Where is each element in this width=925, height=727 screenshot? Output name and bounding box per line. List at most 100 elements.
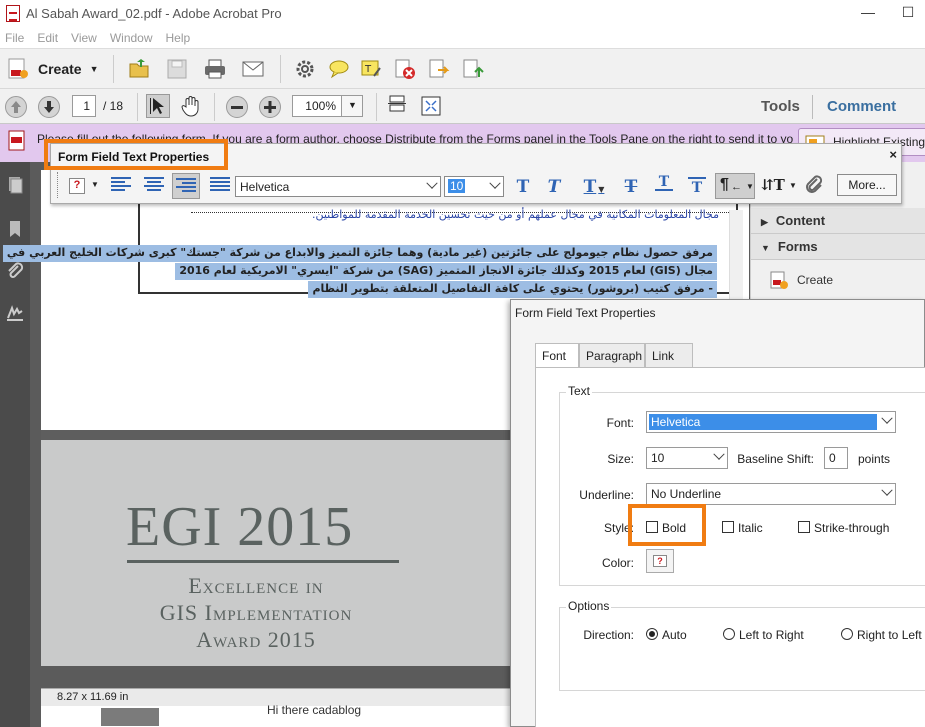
color-label: Color: (601, 556, 634, 570)
send-for-review-icon[interactable] (428, 58, 450, 80)
annotation-highlight-title (44, 139, 228, 170)
align-right-icon (176, 178, 196, 196)
annotation-highlight-bold (628, 504, 706, 546)
strikethrough-checkbox[interactable] (798, 521, 810, 533)
align-justify-icon[interactable] (210, 177, 230, 195)
minus-icon (231, 106, 243, 109)
comment-tab[interactable]: Comment (827, 98, 896, 115)
tab-link[interactable]: Link (645, 343, 693, 367)
content-panel-header[interactable]: ▶ Content (751, 208, 925, 234)
superscript-icon[interactable]: T (655, 174, 673, 192)
font-size-value: 10 (448, 179, 466, 193)
toolbar-divider (214, 93, 215, 121)
egi-title: EGI 2015 (126, 496, 354, 558)
options-group: Options (559, 599, 925, 691)
highlighted-text-line[interactable]: مجال (GIS) لعام 2015 وكذلك جائزة الانجاز… (175, 263, 717, 280)
highlighted-text-line[interactable]: مرفق حصول نظام جيومولج على جائزتين (غير … (2, 245, 717, 262)
save-icon[interactable] (166, 58, 188, 80)
email-icon[interactable] (242, 58, 264, 80)
signatures-icon[interactable] (6, 304, 24, 322)
font-select[interactable]: Helvetica (646, 411, 896, 433)
previous-page-button[interactable] (5, 96, 27, 118)
text-color-button[interactable]: ? ▼ (67, 176, 101, 196)
tab-font[interactable]: Font (535, 343, 579, 368)
form-document-icon (8, 130, 25, 151)
print-icon[interactable] (204, 58, 226, 80)
next-page-button[interactable] (38, 96, 60, 118)
paperclip-icon[interactable] (804, 175, 826, 197)
chevron-right-icon: ▶ (761, 217, 768, 227)
pdf-page-2[interactable]: EGI 2015 Excellence in GIS Implementatio… (41, 430, 511, 666)
italic-checkbox[interactable] (722, 521, 734, 533)
highlight-text-icon[interactable]: T (360, 58, 382, 80)
select-tool-button[interactable] (146, 94, 170, 118)
align-left-icon[interactable] (111, 177, 131, 195)
forms-create-button[interactable]: Create (769, 270, 833, 290)
highlighted-text-line[interactable]: - مرفق كتيب (بروشور) يحتوي على كافة التف… (308, 281, 717, 298)
forms-panel-header[interactable]: ▼ Forms (751, 234, 925, 260)
tools-tab[interactable]: Tools (761, 98, 800, 115)
fit-page-icon[interactable] (420, 95, 442, 119)
menu-view[interactable]: View (71, 31, 97, 45)
zoom-in-button[interactable] (259, 96, 281, 118)
scrolling-mode-icon[interactable] (386, 95, 408, 119)
italic-icon[interactable]: T (544, 177, 564, 197)
font-family-select[interactable]: Helvetica (235, 176, 441, 197)
minimize-button[interactable]: — (858, 4, 878, 22)
color-picker-button[interactable]: ? (646, 549, 674, 573)
hand-tool-icon[interactable] (180, 95, 202, 117)
direction-rtl-radio[interactable] (841, 628, 853, 640)
svg-text:T: T (364, 64, 372, 75)
close-icon[interactable]: × (889, 147, 897, 162)
paragraph-direction-button[interactable]: ¶ ← ▼ (715, 173, 755, 199)
page-number-input[interactable]: 1 (72, 95, 96, 117)
menu-help[interactable]: Help (166, 31, 191, 45)
direction-auto-radio[interactable] (646, 628, 658, 640)
toolbar-divider (137, 93, 138, 121)
align-right-button[interactable] (172, 173, 200, 199)
underline-icon[interactable]: T ▼ (577, 177, 611, 197)
font-label: Font: (606, 416, 634, 430)
sign-remove-icon[interactable] (394, 58, 416, 80)
chevron-down-icon (881, 484, 893, 496)
align-center-icon[interactable] (144, 177, 164, 195)
export-file-icon[interactable] (462, 58, 484, 80)
create-label: Create (38, 61, 82, 77)
zoom-dropdown-button[interactable]: ▼ (341, 95, 363, 117)
text-group-label: Text (566, 384, 593, 398)
arrow-left-icon: ← (731, 181, 742, 193)
gear-icon[interactable] (294, 58, 316, 80)
font-size-select[interactable]: 10 (444, 176, 504, 197)
baseline-shift-input[interactable]: 0 (824, 447, 848, 469)
font-value: Helvetica (649, 414, 877, 430)
page-thumbnails-icon[interactable] (6, 176, 24, 194)
create-button[interactable]: Create ▼ (6, 57, 99, 81)
bold-icon[interactable]: T (513, 177, 533, 197)
comment-icon[interactable] (328, 58, 350, 80)
attachments-icon[interactable] (6, 262, 24, 280)
menu-edit[interactable]: Edit (37, 31, 58, 45)
more-properties-button[interactable]: More... (837, 174, 897, 196)
menu-file[interactable]: File (5, 31, 24, 45)
create-form-icon (770, 271, 788, 289)
size-select[interactable]: 10 (646, 447, 728, 469)
color-swatch-icon: ? (653, 555, 667, 567)
egi-subtitle-line: GIS Implementation (159, 600, 353, 625)
underline-value: No Underline (651, 487, 722, 501)
open-folder-icon[interactable] (128, 58, 150, 80)
direction-ltr-radio[interactable] (723, 628, 735, 640)
maximize-button[interactable]: ☐ (898, 4, 918, 22)
tab-divider (812, 95, 813, 119)
strikethrough-icon[interactable]: T (621, 177, 641, 197)
line-spacing-button[interactable]: ⇵T ▼ (759, 176, 799, 196)
tab-paragraph[interactable]: Paragraph (579, 343, 645, 367)
bookmarks-icon[interactable] (6, 220, 24, 238)
drag-handle[interactable] (57, 172, 59, 198)
menu-window[interactable]: Window (110, 31, 153, 45)
underline-select[interactable]: No Underline (646, 483, 896, 505)
zoom-out-button[interactable] (226, 96, 248, 118)
form-field-text-properties-dialog: Form Field Text Properties Font Paragrap… (510, 299, 925, 727)
zoom-level-input[interactable]: 100% (292, 95, 342, 117)
cursor-arrow-icon (150, 98, 164, 114)
subscript-icon[interactable]: T (688, 177, 706, 196)
